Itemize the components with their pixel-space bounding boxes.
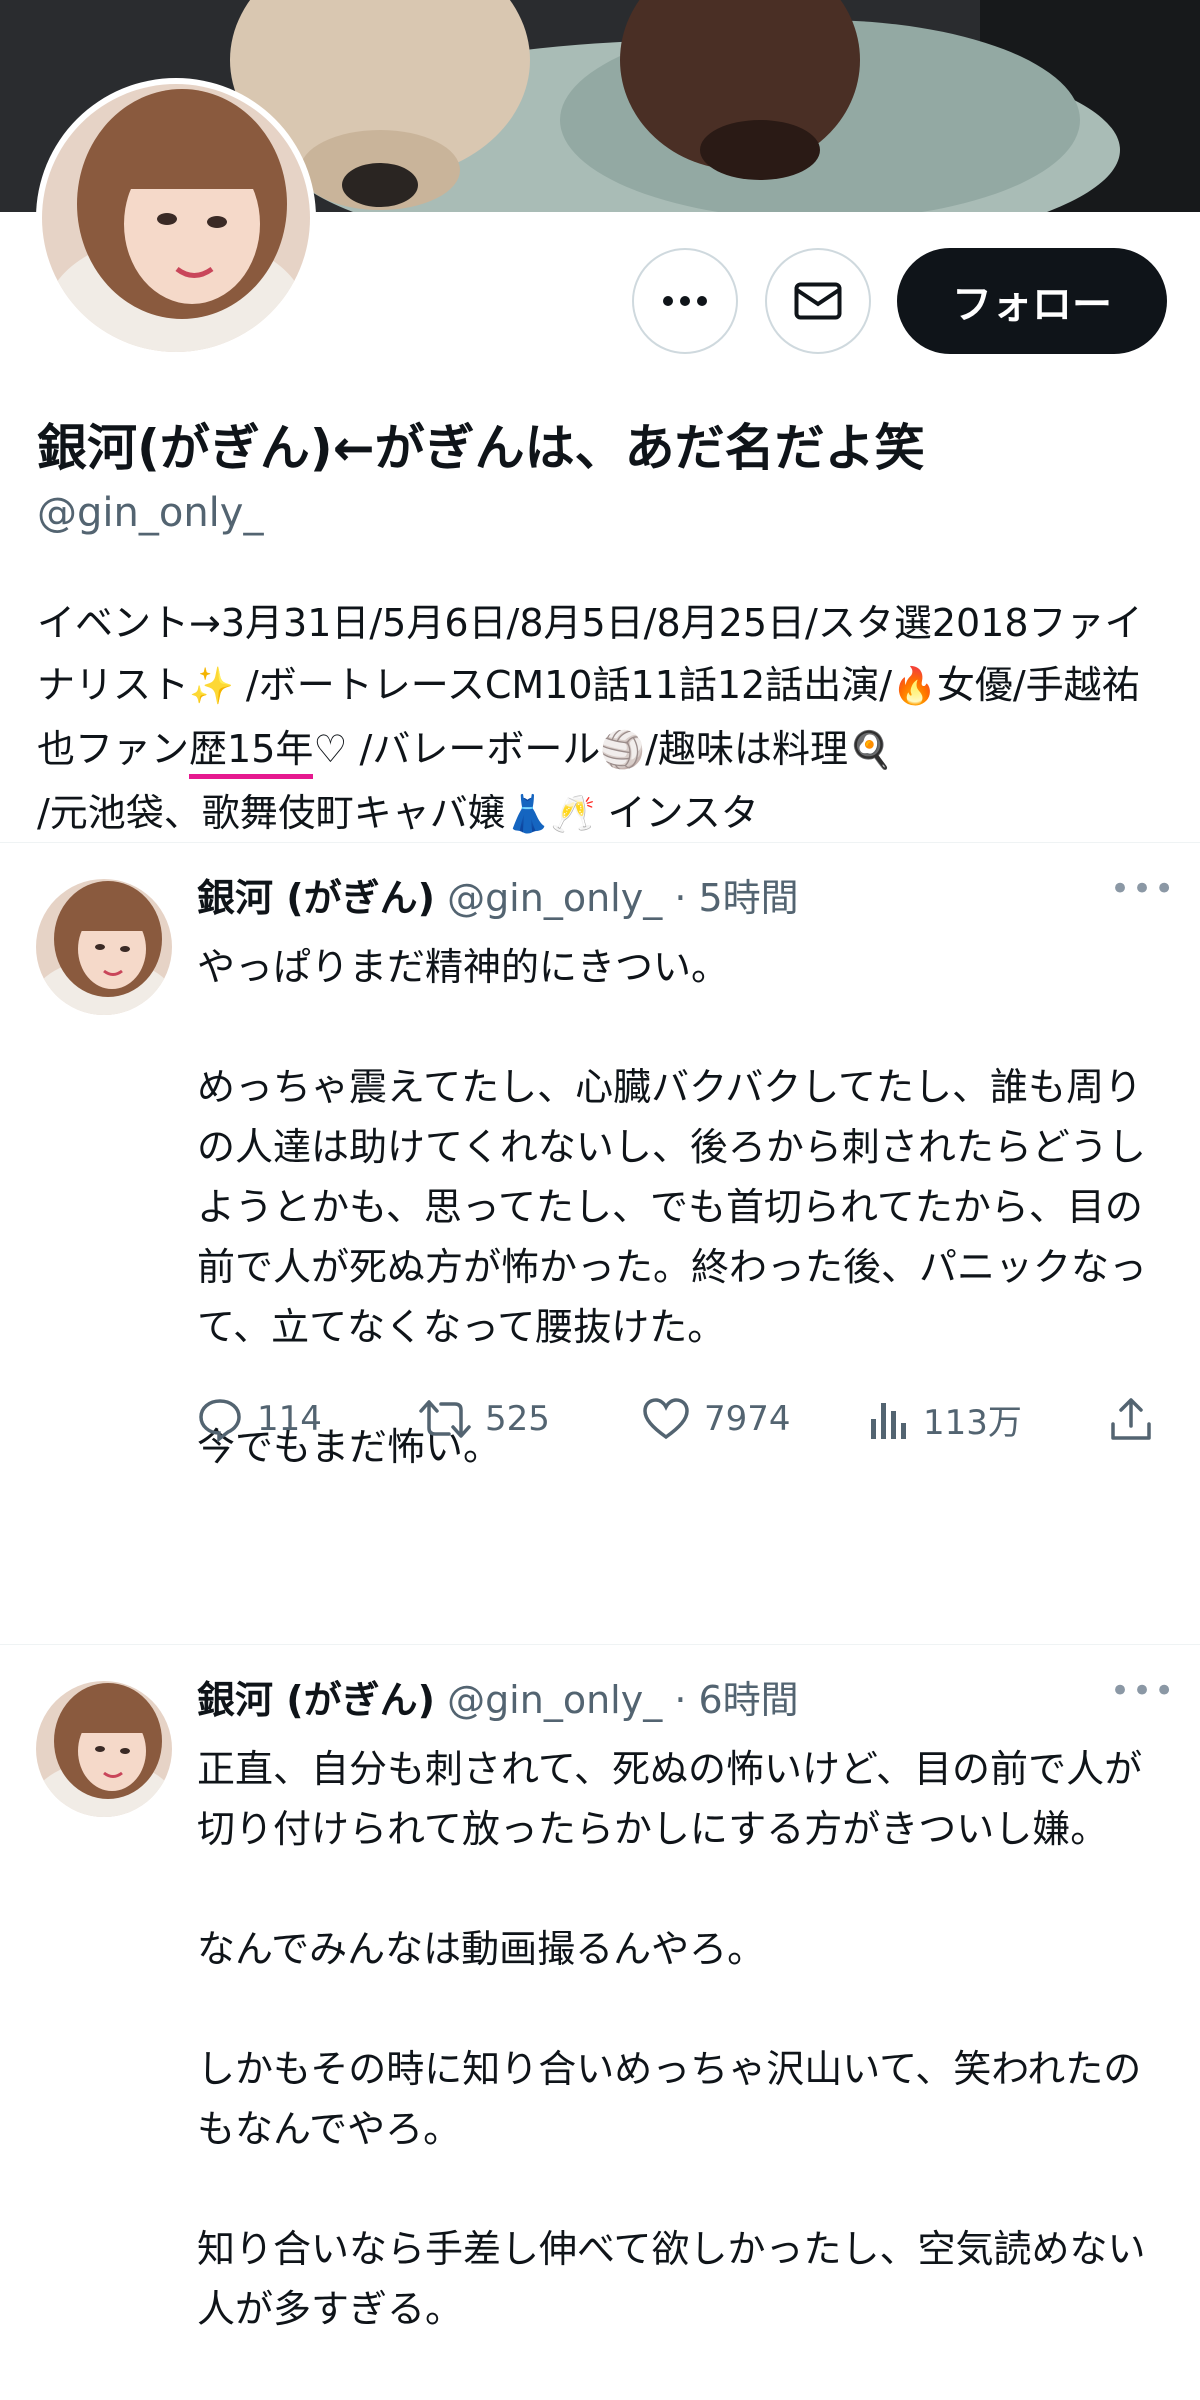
message-button[interactable] [765,248,871,354]
tweet[interactable]: 銀河 (がぎん) @gin_only_ · 5時間 ••• やっぱりまだ精神的に… [0,843,1200,1644]
views-bar-chart-icon [871,1403,906,1439]
profile-display-name: 銀河(がぎん)←がぎんは、あだ名だよ笑 [37,419,925,477]
like-button[interactable]: 7974 [642,1389,791,1449]
tweet-paragraph: めっちゃ震えてたし、心臓バクバクしてたし、誰も周りの人達は助けてくれないし、後ろ… [197,1065,1148,1349]
bio-highlight: 歴15年 [189,724,314,779]
tweet-actions: 114 525 7974 113万 [197,1389,1167,1449]
views-count: 113万 [923,1402,1022,1443]
views-button[interactable]: 113万 [869,1389,1022,1449]
profile-bio: イベント→3月31日/5月6日/8月5日/8月25日/スタ選2018ファイナリス… [37,592,1172,846]
reply-count: 114 [257,1399,322,1439]
bio-instagram-link[interactable]: インスタ [595,791,759,835]
bio-text: /趣味は料理 [645,727,848,771]
profile-avatar[interactable] [36,78,316,358]
tweet-more-icon[interactable]: ••• [1110,869,1176,909]
dress-icon: 👗 [505,794,551,835]
heart-icon [643,1398,689,1440]
retweet-button[interactable]: 525 [419,1389,550,1449]
tweet-timestamp[interactable]: · 6時間 [674,1678,798,1722]
tweet-more-icon[interactable]: ••• [1110,1671,1176,1711]
bio-text: /ボートレースCM10話11話12話出演/ [233,663,893,707]
fire-icon: 🔥 [892,666,937,707]
tweet-header: 銀河 (がぎん) @gin_only_ · 5時間 [197,867,799,922]
more-dots-icon [663,296,707,306]
tweet[interactable]: 銀河 (がぎん) @gin_only_ · 6時間 ••• 正直、自分も刺されて… [0,1645,1200,2400]
bio-text: ♡ /バレーボール [313,727,601,771]
mail-icon [794,282,842,320]
share-icon [1111,1398,1151,1440]
champagne-glasses-icon: 🥂 [550,794,596,835]
tweet-author-handle[interactable]: @gin_only_ [447,1678,662,1722]
reply-icon [199,1399,241,1442]
tweet-paragraph: なんでみんなは動画撮るんやろ。 [197,1927,766,1971]
profile-handle: @gin_only_ [37,490,264,536]
tweet-timestamp[interactable]: · 5時間 [674,876,798,920]
retweet-icon [419,1400,471,1438]
tweet-avatar[interactable] [36,879,172,1015]
volleyball-icon: 🏐 [600,730,646,771]
reply-button[interactable]: 114 [197,1389,322,1449]
frying-pan-icon: 🍳 [847,730,893,771]
tweet-text: 正直、自分も刺されて、死ぬの怖いけど、目の前で人が切り付けられて放ったらかしにす… [197,1739,1162,2339]
tweet-paragraph: しかもその時に知り合いめっちゃ沢山いて、笑われたのもなんでやろ。 [197,2047,1142,2151]
tweet-paragraph: やっぱりまだ精神的にきつい。 [197,945,730,989]
retweet-count: 525 [485,1399,550,1439]
like-count: 7974 [704,1399,791,1439]
tweet-author-name[interactable]: 銀河 (がぎん) [197,876,435,920]
tweet-author-name[interactable]: 銀河 (がぎん) [197,1678,435,1722]
sparkles-icon: ✨ [189,666,234,707]
share-button[interactable] [1109,1389,1167,1449]
tweet-paragraph: 正直、自分も刺されて、死ぬの怖いけど、目の前で人が切り付けられて放ったらかしにす… [197,1747,1143,1851]
tweet-author-handle[interactable]: @gin_only_ [447,876,662,920]
bio-text: /元池袋、歌舞伎町キャバ嬢 [37,791,506,835]
tweet-paragraph: 知り合いなら手差し伸べて欲しかったし、空気読めない人が多すぎる。 [197,2227,1146,2331]
tweet-header: 銀河 (がぎん) @gin_only_ · 6時間 [197,1669,799,1724]
follow-button[interactable]: フォロー [897,248,1167,354]
more-button[interactable] [632,248,738,354]
tweet-avatar[interactable] [36,1681,172,1817]
